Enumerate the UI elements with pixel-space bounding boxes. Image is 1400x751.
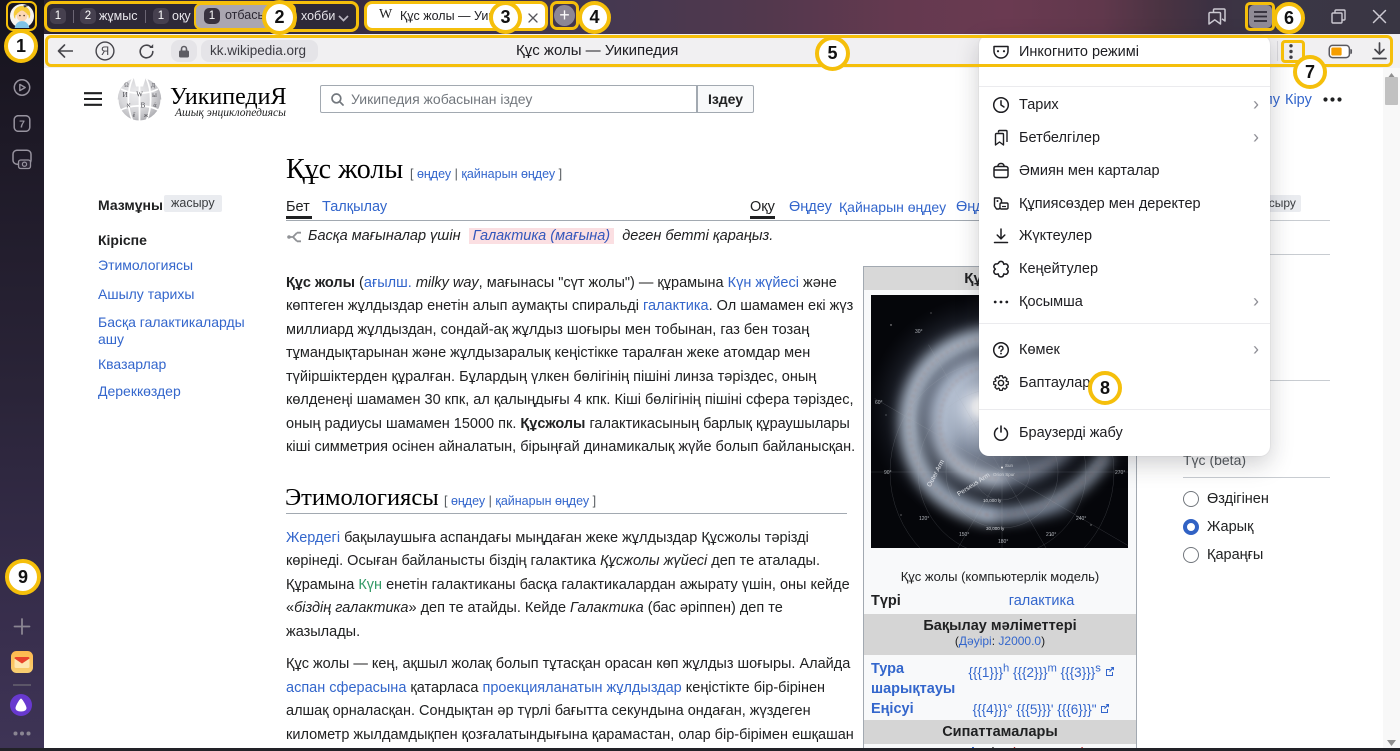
svg-text:ế: ế: [133, 112, 136, 119]
svg-text:א: א: [126, 102, 130, 110]
svg-text:120°: 120°: [919, 516, 929, 522]
svg-text:Sun: Sun: [1005, 463, 1014, 468]
svg-text:В: В: [141, 102, 146, 110]
svg-text:240°: 240°: [1076, 516, 1086, 522]
svg-text:60°: 60°: [875, 400, 883, 406]
svg-text:7: 7: [19, 119, 25, 131]
svg-text:ы: ы: [152, 91, 157, 99]
svg-text:Orion Spur: Orion Spur: [993, 472, 1015, 477]
svg-text:270°: 270°: [1115, 470, 1125, 476]
svg-text:90°: 90°: [884, 470, 892, 476]
svg-text:30,000 ly: 30,000 ly: [986, 526, 1005, 531]
svg-text:ж: ж: [143, 113, 149, 119]
svg-text:10,000 ly: 10,000 ly: [983, 498, 1002, 503]
svg-text:30°: 30°: [915, 329, 923, 335]
svg-text:Ω: Ω: [124, 83, 129, 89]
svg-text:210°: 210°: [1046, 532, 1056, 538]
svg-text:Д: Д: [151, 83, 155, 89]
svg-text:150°: 150°: [959, 532, 969, 538]
svg-text:180°: 180°: [998, 539, 1008, 545]
svg-text:W: W: [136, 91, 143, 99]
svg-text:И: И: [122, 91, 127, 99]
